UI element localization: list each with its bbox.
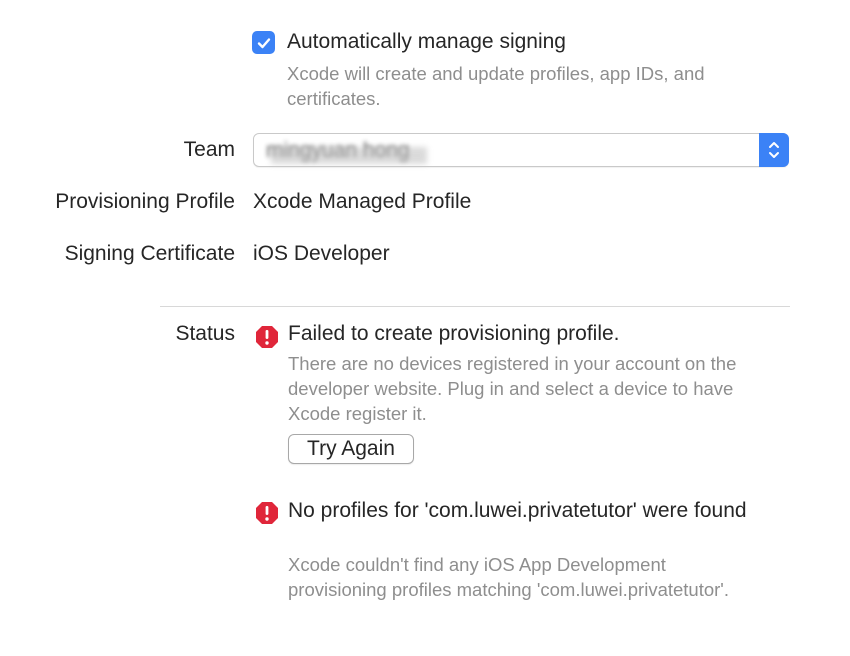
error-title: Failed to create provisioning profile. bbox=[288, 322, 620, 345]
error-octagon-icon bbox=[256, 326, 278, 348]
error-title: No profiles for 'com.luwei.privatetutor'… bbox=[288, 499, 747, 522]
team-popup[interactable]: mingyuan hong bbox=[253, 133, 789, 167]
signing-certificate-value: iOS Developer bbox=[253, 242, 390, 265]
auto-manage-signing-help: Xcode will create and update profiles, a… bbox=[287, 63, 705, 109]
divider bbox=[160, 306, 790, 307]
try-again-button[interactable]: Try Again bbox=[288, 434, 414, 464]
error-octagon-icon bbox=[256, 502, 278, 524]
error-detail: Xcode couldn't find any iOS App Developm… bbox=[288, 554, 729, 600]
checkmark-icon bbox=[257, 37, 270, 48]
provisioning-profile-value: Xcode Managed Profile bbox=[253, 190, 472, 213]
status-label: Status bbox=[175, 322, 235, 345]
signing-certificate-label: Signing Certificate bbox=[64, 242, 235, 265]
auto-manage-signing-checkbox[interactable] bbox=[252, 31, 275, 54]
team-label: Team bbox=[183, 138, 235, 161]
chevron-up-down-icon bbox=[769, 142, 779, 158]
popup-stepper[interactable] bbox=[759, 133, 789, 167]
error-detail: There are no devices registered in your … bbox=[288, 353, 737, 424]
redaction-blur bbox=[271, 147, 427, 164]
provisioning-profile-label: Provisioning Profile bbox=[55, 190, 235, 213]
auto-manage-signing-label[interactable]: Automatically manage signing bbox=[287, 30, 566, 54]
